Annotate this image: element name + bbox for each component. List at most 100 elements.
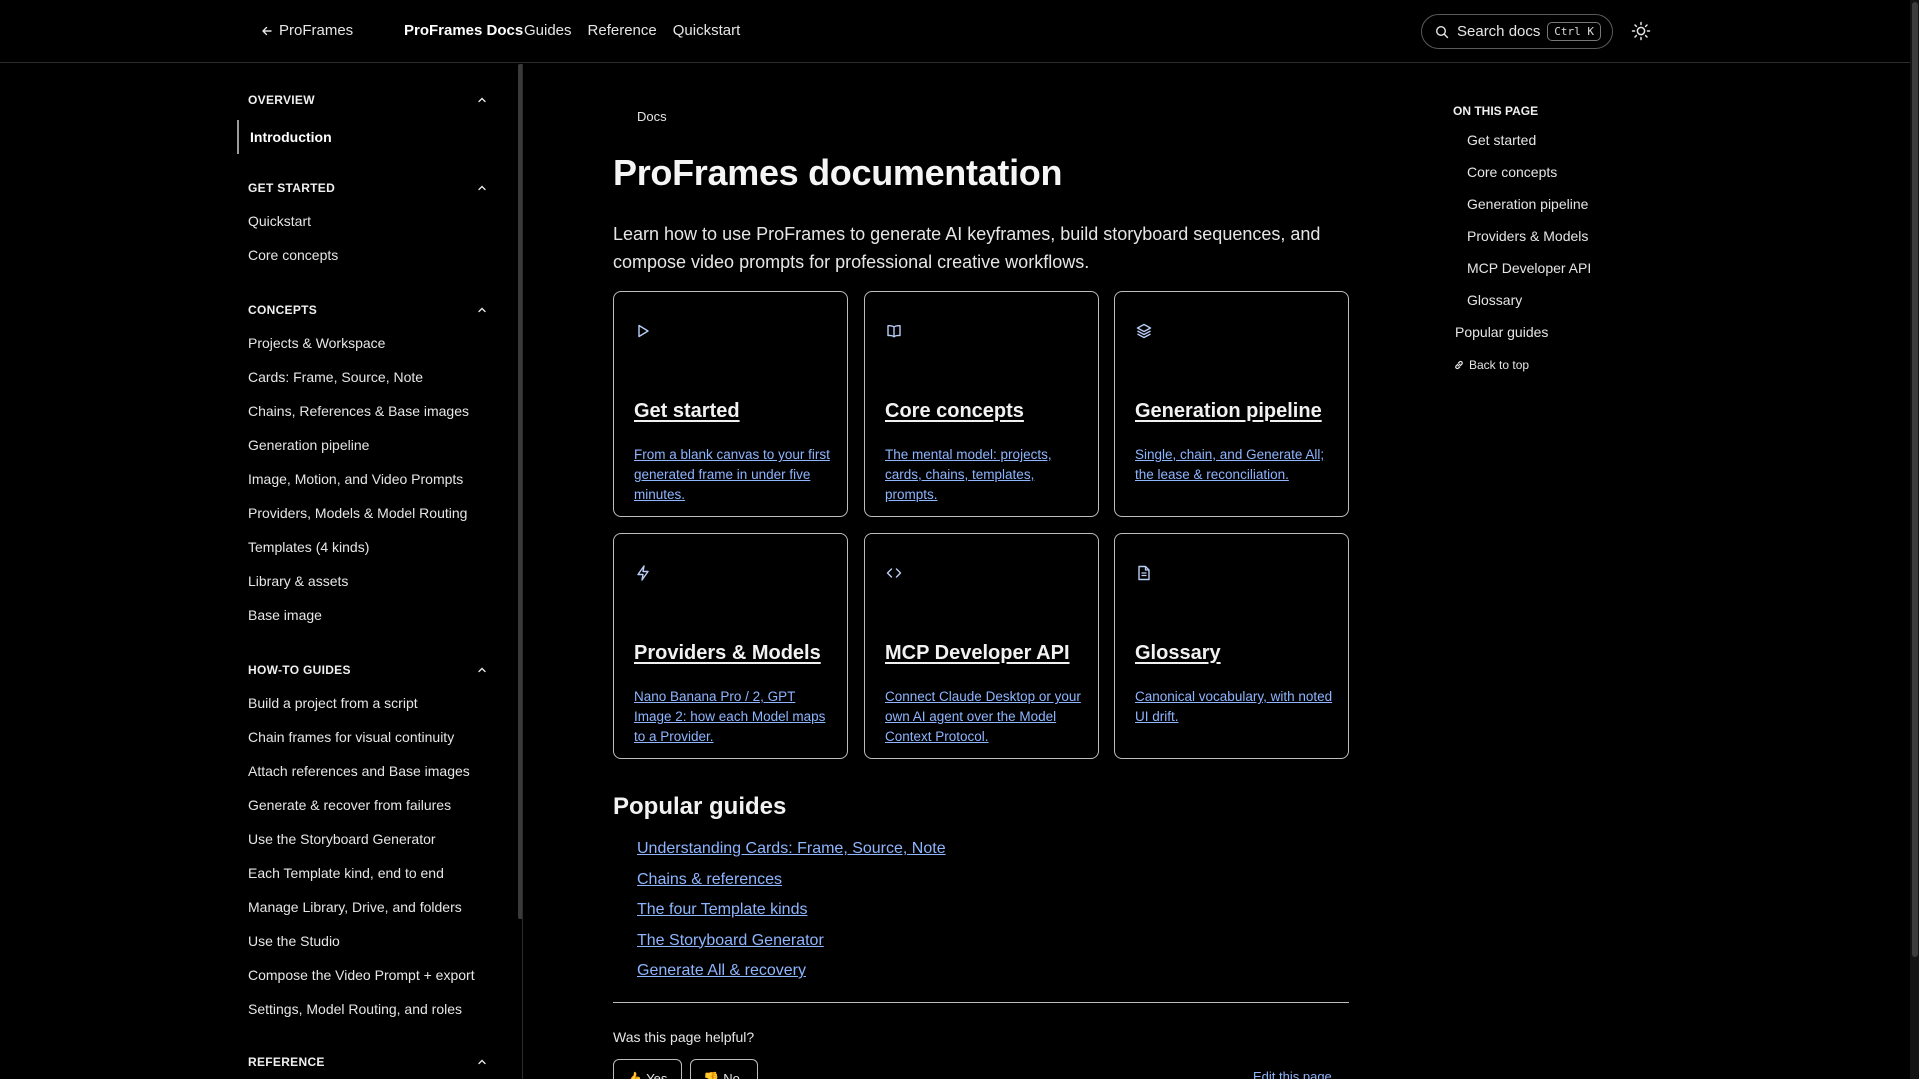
- section-toggle-concepts[interactable]: CONCEPTS: [248, 300, 488, 320]
- back-to-top-label: Back to top: [1469, 358, 1530, 372]
- sidebar-item-chain-frames[interactable]: Chain frames for visual continuity: [248, 720, 488, 754]
- popular-guides-list: Understanding Cards: Frame, Source, Note…: [637, 840, 946, 993]
- card-mcp-api[interactable]: MCP Developer API Connect Claude Desktop…: [864, 533, 1099, 759]
- sidebar-item-prompts[interactable]: Image, Motion, and Video Prompts: [248, 462, 488, 496]
- sidebar-item-projects-workspace[interactable]: Projects & Workspace: [248, 326, 488, 360]
- card-description: Single, chain, and Generate All; the lea…: [1135, 447, 1325, 482]
- feedback-yes-button[interactable]: 👍 Yes: [613, 1059, 682, 1079]
- toc-title: ON THIS PAGE: [1453, 104, 1539, 118]
- sidebar-item-manage-library[interactable]: Manage Library, Drive, and folders: [248, 890, 488, 924]
- link-icon: [1455, 360, 1463, 370]
- popular-guides-heading: Popular guides: [613, 793, 787, 820]
- section-toggle-howto[interactable]: HOW-TO GUIDES: [248, 660, 488, 680]
- toc-item-core-concepts[interactable]: Core concepts: [1453, 162, 1653, 194]
- card-title: Providers & Models: [634, 642, 821, 664]
- sidebar-item-storyboard-generator[interactable]: Use the Storyboard Generator: [248, 822, 488, 856]
- sidebar-item-cards[interactable]: Cards: Frame, Source, Note: [248, 360, 488, 394]
- back-to-top-link[interactable]: Back to top: [1453, 358, 1653, 372]
- sidebar-item-chains[interactable]: Chains, References & Base images: [248, 394, 488, 428]
- thumbs-up-icon: 👍: [626, 1071, 643, 1079]
- section-heading: OVERVIEW: [248, 93, 315, 107]
- chevron-up-icon: [478, 97, 486, 103]
- search-docs-button[interactable]: Search docs Ctrl K: [1421, 14, 1613, 49]
- toc-item-popular-guides[interactable]: Popular guides: [1453, 322, 1653, 354]
- sidebar-item-build-project[interactable]: Build a project from a script: [248, 686, 488, 720]
- section-heading: GET STARTED: [248, 181, 336, 195]
- top-nav: Guides Reference Quickstart: [524, 22, 740, 39]
- section-toggle-get-started[interactable]: GET STARTED: [248, 178, 488, 198]
- guide-link[interactable]: Generate All & recovery: [637, 962, 946, 993]
- on-this-page-nav: ON THIS PAGE Get started Core concepts G…: [1453, 104, 1653, 372]
- card-title: Core concepts: [885, 400, 1024, 422]
- file-text-icon: [1138, 565, 1150, 581]
- card-get-started[interactable]: Get started From a blank canvas to your …: [613, 291, 848, 517]
- back-link-label: ProFrames: [279, 22, 354, 39]
- top-header: ProFrames ProFrames Docs Guides Referenc…: [0, 0, 1919, 63]
- sidebar-item-use-studio[interactable]: Use the Studio: [248, 924, 488, 958]
- brand-link[interactable]: ProFrames Docs: [404, 22, 523, 39]
- sidebar-item-template-kinds[interactable]: Each Template kind, end to end: [248, 856, 488, 890]
- card-title: Glossary: [1135, 642, 1221, 664]
- sidebar-item-core-concepts[interactable]: Core concepts: [248, 238, 488, 272]
- feedback-no-button[interactable]: 👎 No: [690, 1059, 758, 1079]
- sidebar-item-video-prompt[interactable]: Compose the Video Prompt + export: [248, 958, 488, 992]
- guide-link[interactable]: The four Template kinds: [637, 901, 946, 932]
- search-shortcut-badge: Ctrl K: [1547, 22, 1601, 41]
- nav-reference[interactable]: Reference: [588, 22, 657, 39]
- nav-quickstart[interactable]: Quickstart: [673, 22, 741, 39]
- sidebar-item-generation-pipeline[interactable]: Generation pipeline: [248, 428, 488, 462]
- back-to-proframes-link[interactable]: ProFrames: [261, 22, 353, 39]
- card-core-concepts[interactable]: Core concepts The mental model: projects…: [864, 291, 1099, 517]
- card-title: Generation pipeline: [1135, 400, 1322, 422]
- edit-page-link[interactable]: Edit this page: [1253, 1069, 1332, 1079]
- card-description: Canonical vocabulary, with noted UI drif…: [1135, 689, 1333, 724]
- toc-item-generation-pipeline[interactable]: Generation pipeline: [1453, 194, 1653, 226]
- toc-item-providers-models[interactable]: Providers & Models: [1453, 226, 1653, 258]
- card-description: The mental model: projects, cards, chain…: [885, 447, 1052, 502]
- card-glossary[interactable]: Glossary Canonical vocabulary, with note…: [1114, 533, 1349, 759]
- section-toggle-reference[interactable]: REFERENCE: [248, 1052, 488, 1072]
- section-heading: CONCEPTS: [248, 303, 318, 317]
- sidebar-item-generate-recover[interactable]: Generate & recover from failures: [248, 788, 488, 822]
- chevron-up-icon: [478, 667, 486, 673]
- toc-item-mcp-api[interactable]: MCP Developer API: [1453, 258, 1653, 290]
- guide-link[interactable]: Understanding Cards: Frame, Source, Note: [637, 840, 946, 871]
- thumbs-down-icon: 👎: [703, 1071, 720, 1079]
- zap-icon: [637, 565, 649, 581]
- docs-sidebar: OVERVIEW Introduction GET STARTED Quicks…: [0, 64, 523, 1079]
- section-toggle-overview[interactable]: OVERVIEW: [248, 90, 488, 110]
- breadcrumb[interactable]: Docs: [637, 109, 667, 124]
- no-label: No: [723, 1071, 740, 1079]
- chevron-up-icon: [478, 1059, 486, 1065]
- toc-item-get-started[interactable]: Get started: [1453, 130, 1653, 162]
- page-scrollbar-thumb[interactable]: [1912, 2, 1918, 957]
- section-heading: HOW-TO GUIDES: [248, 663, 351, 677]
- sidebar-item-base-image[interactable]: Base image: [248, 598, 488, 632]
- sidebar-item-quickstart[interactable]: Quickstart: [248, 204, 488, 238]
- layers-icon: [1136, 323, 1152, 339]
- sun-icon[interactable]: [1631, 21, 1651, 41]
- search-icon: [1435, 25, 1449, 38]
- sidebar-item-library-assets[interactable]: Library & assets: [248, 564, 488, 598]
- nav-guides[interactable]: Guides: [524, 22, 572, 39]
- card-description: Connect Claude Desktop or your own AI ag…: [885, 689, 1081, 744]
- chevron-up-icon: [478, 185, 486, 191]
- card-providers-models[interactable]: Providers & Models Nano Banana Pro / 2, …: [613, 533, 848, 759]
- sidebar-item-templates[interactable]: Templates (4 kinds): [248, 530, 488, 564]
- sidebar-section-concepts: CONCEPTS Projects & Workspace Cards: Fra…: [248, 300, 488, 632]
- guide-link[interactable]: Chains & references: [637, 871, 946, 902]
- toc-item-glossary[interactable]: Glossary: [1453, 290, 1653, 322]
- guide-link[interactable]: The Storyboard Generator: [637, 932, 946, 963]
- book-icon: [887, 324, 901, 338]
- card-title: MCP Developer API: [885, 642, 1070, 664]
- card-generation-pipeline[interactable]: Generation pipeline Single, chain, and G…: [1114, 291, 1349, 517]
- sidebar-scrollbar[interactable]: [518, 64, 522, 919]
- sidebar-item-introduction[interactable]: Introduction: [237, 120, 487, 154]
- sidebar-item-attach-references[interactable]: Attach references and Base images: [248, 754, 488, 788]
- sidebar-item-settings[interactable]: Settings, Model Routing, and roles: [248, 992, 488, 1026]
- page-title: ProFrames documentation: [613, 152, 1063, 193]
- divider: [613, 1002, 1349, 1003]
- sidebar-item-providers-models[interactable]: Providers, Models & Model Routing: [248, 496, 488, 530]
- sidebar-section-get-started: GET STARTED Quickstart Core concepts: [248, 178, 488, 272]
- search-label: Search docs: [1457, 23, 1541, 40]
